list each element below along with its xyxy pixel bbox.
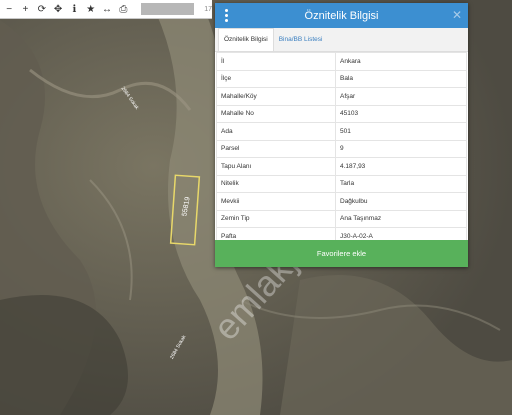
- panel-tabs: Öznitelik Bilgisi Bina/BB Listesi: [215, 28, 468, 52]
- attribute-value: Ankara: [335, 52, 467, 71]
- zoom-in-icon[interactable]: +: [18, 0, 32, 18]
- attribute-value: Ana Taşınmaz: [335, 209, 467, 228]
- attribute-value: 4.187,93: [335, 157, 467, 176]
- add-favorite-button[interactable]: Favorilere ekle: [215, 240, 468, 267]
- table-row: Mahalle/Köy Afşar: [216, 87, 467, 106]
- panel-title: Öznitelik Bilgisi: [304, 9, 379, 22]
- search-box[interactable]: [140, 3, 195, 15]
- attribute-key: İlçe: [216, 69, 336, 88]
- attribute-key: Tapu Alanı: [216, 157, 336, 176]
- table-row: Parsel 9: [216, 139, 467, 158]
- attribute-key: Zemin Tip: [216, 209, 336, 228]
- attribute-panel: Öznitelik Bilgisi ✕ Öznitelik Bilgisi Bi…: [215, 3, 468, 267]
- attribute-key: Mevkii: [216, 192, 336, 211]
- attribute-value: 501: [335, 122, 467, 141]
- attribute-key: Mahalle/Köy: [216, 87, 336, 106]
- table-row: Nitelik Tarla: [216, 174, 467, 193]
- attribute-value: Dağkulbu: [335, 192, 467, 211]
- attribute-key: İl: [216, 52, 336, 71]
- table-row: Tapu Alanı 4.187,93: [216, 157, 467, 176]
- attribute-key: Nitelik: [216, 174, 336, 193]
- tab-building-list[interactable]: Bina/BB Listesi: [274, 29, 328, 51]
- table-row: İlçe Bala: [216, 69, 467, 88]
- menu-icon[interactable]: [223, 9, 229, 22]
- zoom-out-icon[interactable]: −: [2, 0, 16, 18]
- map-toolbar: − + ⟳ ✥ ℹ ★ ↔ ⎙ 17: [0, 0, 212, 19]
- tab-attributes[interactable]: Öznitelik Bilgisi: [218, 28, 274, 51]
- print-icon[interactable]: ⎙: [116, 0, 130, 18]
- page-count: 17: [204, 5, 212, 13]
- attribute-key: Parsel: [216, 139, 336, 158]
- info-icon[interactable]: ℹ: [67, 0, 81, 18]
- table-row: İl Ankara: [216, 52, 467, 71]
- attribute-value: Afşar: [335, 87, 467, 106]
- attribute-key: Mahalle No: [216, 104, 336, 123]
- table-row: Mevkii Dağkulbu: [216, 192, 467, 211]
- table-row: Zemin Tip Ana Taşınmaz: [216, 209, 467, 228]
- refresh-icon[interactable]: ⟳: [35, 0, 49, 18]
- move-icon[interactable]: ✥: [51, 0, 65, 18]
- panel-header: Öznitelik Bilgisi ✕: [215, 3, 468, 28]
- attribute-value: Bala: [335, 69, 467, 88]
- attribute-value: Tarla: [335, 174, 467, 193]
- table-row: Mahalle No 45103: [216, 104, 467, 123]
- attribute-table: İl Ankara İlçe Bala Mahalle/Köy Afşar Mahalle …: [216, 52, 467, 246]
- attribute-value: 45103: [335, 104, 467, 123]
- measure-icon[interactable]: ↔: [100, 0, 114, 18]
- attribute-key: Ada: [216, 122, 336, 141]
- close-icon[interactable]: ✕: [452, 8, 462, 22]
- table-row: Ada 501: [216, 122, 467, 141]
- star-icon[interactable]: ★: [84, 0, 98, 18]
- attribute-value: 9: [335, 139, 467, 158]
